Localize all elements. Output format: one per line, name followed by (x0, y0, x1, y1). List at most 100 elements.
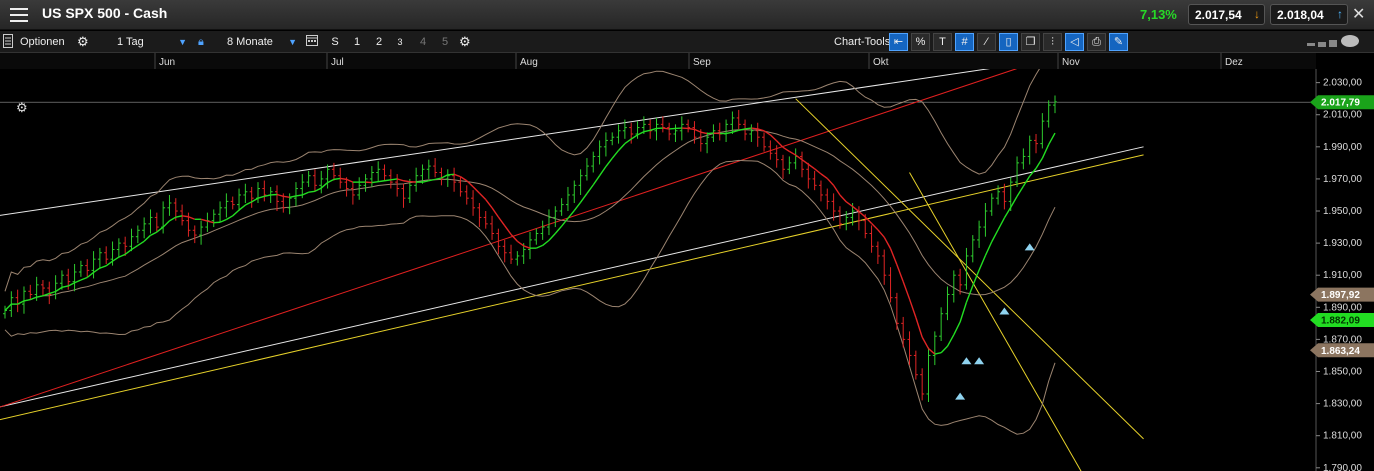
bid-price-button[interactable]: 2.017,54 ↓ (1188, 4, 1265, 25)
ma-segment (384, 179, 391, 182)
ma-segment (946, 334, 955, 347)
size-button-3[interactable]: 3 (393, 33, 407, 51)
month-label: Jul (331, 57, 344, 68)
window-icon[interactable]: ❐ (1021, 33, 1040, 51)
ma-segment (257, 195, 265, 199)
ma-segment (1048, 132, 1056, 145)
hamburger-menu-icon[interactable] (6, 5, 32, 25)
month-label: Okt (873, 57, 889, 68)
month-axis-band (0, 53, 1316, 69)
options-button[interactable]: Optionen (20, 34, 65, 50)
interval-select[interactable]: 1 Tag ▼ (117, 34, 187, 50)
gear-icon[interactable]: ⚙ (77, 34, 89, 50)
ma-segment (934, 352, 942, 355)
settings-gear-icon[interactable]: ⚙ (459, 34, 471, 50)
ma-segment (491, 207, 499, 218)
ma-segment (618, 143, 626, 151)
ma-segment (61, 285, 69, 289)
price-tick-label: 2.030,00 (1323, 78, 1362, 89)
ma-segment (599, 166, 607, 177)
chart-settings-gear-icon[interactable]: ⚙ (16, 100, 28, 115)
candle-icon[interactable]: ▯ (999, 33, 1018, 51)
price-tag-text: 1.897,92 (1321, 290, 1360, 301)
upper-band-tag: 1.897,92 (1310, 287, 1374, 302)
instrument-title: US SPX 500 - Cash (42, 5, 168, 21)
price-tick-label: 1.810,00 (1323, 431, 1362, 442)
ma-segment (289, 195, 297, 198)
close-icon[interactable]: ✕ (1352, 4, 1365, 24)
tag-icon[interactable]: ◁ (1065, 33, 1084, 51)
price-chart[interactable]: 2.030,00 2.010,00 1.990,00 1.970,00 1.950,00… (0, 53, 1374, 471)
ma-segment (396, 178, 404, 182)
size-button-1[interactable]: 1 (350, 33, 364, 51)
lower-channel-line (0, 146, 1144, 408)
ma-segment (137, 240, 145, 246)
ma-segment (156, 226, 164, 233)
ma-segment (238, 204, 246, 211)
ma-segment (36, 295, 44, 298)
print-icon[interactable]: ⎙ (1087, 33, 1106, 51)
ma-segment (49, 290, 56, 295)
ma-segment (23, 298, 31, 302)
ma-segment (592, 175, 601, 186)
ma-segment (769, 134, 778, 142)
ma-segment (1010, 195, 1018, 208)
options-list-icon[interactable] (3, 34, 15, 50)
ma-segment (826, 177, 835, 186)
ma-segment (390, 178, 398, 181)
percent-button[interactable]: % (911, 33, 930, 51)
ma-segment (472, 186, 480, 194)
ma-segment (1003, 206, 1012, 219)
ma-segment (86, 271, 94, 279)
ma-segment (67, 282, 75, 287)
size-button-s[interactable]: S (328, 33, 342, 51)
ma-segment (801, 159, 809, 165)
last-price-tag: 2.017,79 (1310, 95, 1374, 110)
lock-icon[interactable]: 🔒︎ (198, 34, 204, 50)
ma-segment (782, 146, 790, 152)
price-tick-label: 1.990,00 (1323, 142, 1362, 153)
ma-segment (99, 265, 107, 269)
text-tool-button[interactable]: T (933, 33, 952, 51)
ma-segment (516, 240, 525, 247)
ma-segment (959, 302, 968, 323)
red-trendline (0, 53, 1066, 408)
down-arrow-icon: ↓ (1254, 7, 1260, 21)
ma-segment (485, 199, 493, 209)
ma-segment (605, 157, 613, 167)
size-button-5[interactable]: 5 (438, 33, 452, 51)
ma-segment (320, 182, 329, 189)
calendar-icon[interactable] (306, 34, 318, 50)
chart-toolbar: Optionen ⚙ 1 Tag ▼ 🔒︎ 8 Monate ▼ S 1 2 3 4… (0, 31, 1374, 53)
ma-segment (896, 264, 904, 282)
ma-segment (915, 317, 923, 338)
size-button-2[interactable]: 2 (372, 33, 386, 51)
indicator-icon[interactable]: ⫶ (1043, 33, 1062, 51)
arrow-pointer-icon[interactable]: ⇤ (889, 33, 908, 51)
price-axis: 2.030,00 2.010,00 1.990,00 1.970,00 1.950,00… (1315, 69, 1374, 471)
ma-segment (314, 187, 322, 192)
ma-segment (542, 239, 550, 246)
month-label: Nov (1062, 57, 1080, 68)
ma-segment (908, 298, 917, 318)
ma-segment (611, 150, 620, 159)
month-axis: Jun Jul Aug Sep Okt Nov Dez (0, 53, 1316, 69)
range-select[interactable]: 8 Monate ▼ (227, 34, 297, 50)
draw-line-icon[interactable]: ⁄ (977, 33, 996, 51)
ma-segment (536, 244, 543, 249)
ask-price-button[interactable]: 2.018,04 ↑ (1270, 4, 1348, 25)
buy-signal-marker (961, 357, 972, 365)
ma-segment (245, 201, 253, 206)
upper-channel-line (0, 56, 1068, 216)
size-button-4[interactable]: 4 (416, 33, 430, 51)
ma-segment (921, 336, 930, 349)
ma-segment (295, 194, 303, 197)
month-label: Jun (159, 57, 175, 68)
ma-segment (953, 321, 961, 336)
ma-segment (219, 218, 227, 223)
ma-segment (403, 180, 410, 183)
month-label: Aug (520, 57, 538, 68)
tools-icon[interactable]: ✎ (1109, 33, 1128, 51)
ma-segment (814, 168, 822, 175)
grid-icon[interactable]: # (955, 33, 974, 51)
